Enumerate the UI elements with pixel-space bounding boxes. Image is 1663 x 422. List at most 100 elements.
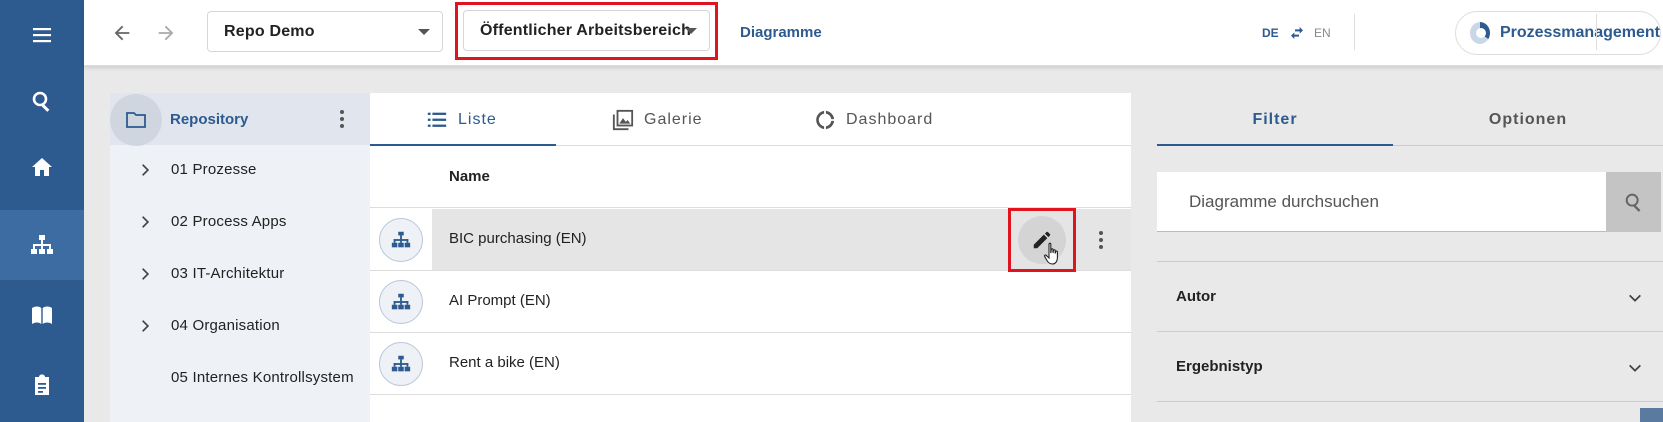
more-vert-icon[interactable]	[1098, 231, 1104, 249]
search-icon	[1625, 193, 1640, 212]
lang-de[interactable]: DE	[1262, 26, 1279, 40]
row-name: BIC purchasing (EN)	[449, 230, 587, 247]
sitemap-icon	[391, 231, 411, 247]
process-logo-icon	[1470, 22, 1490, 44]
facet-autor[interactable]: Autor	[1157, 261, 1663, 331]
forward-button[interactable]	[151, 18, 181, 48]
diagrams-nav-button[interactable]	[0, 210, 84, 280]
tab-label: Optionen	[1488, 110, 1568, 128]
column-header-name[interactable]: Name	[449, 168, 490, 185]
search-icon	[32, 91, 50, 112]
tree-item[interactable]: 04 Organisation	[110, 301, 370, 353]
row-icon-cell	[370, 333, 432, 394]
row-name: AI Prompt (EN)	[449, 292, 551, 309]
clipboard-nav-button[interactable]	[0, 350, 84, 420]
search-nav-button[interactable]	[0, 66, 84, 136]
search-field	[1157, 172, 1606, 232]
divider	[1354, 14, 1355, 50]
table-row[interactable]: BIC purchasing (EN)	[370, 208, 1131, 272]
tree-item[interactable]: 03 IT-Architektur	[110, 249, 370, 301]
arrow-left-icon	[114, 25, 130, 41]
row-icon-cell	[370, 271, 432, 332]
tree-item[interactable]: 02 Process Apps	[110, 197, 370, 249]
table-header: Name	[370, 146, 1131, 208]
diagram-avatar	[379, 341, 423, 386]
table-row[interactable]: Rent a bike (EN)	[370, 333, 1131, 395]
tree-root-repository[interactable]: Repository	[110, 93, 370, 146]
search-button[interactable]	[1606, 172, 1661, 232]
tab-label: Galerie	[644, 110, 703, 128]
chevron-right-icon[interactable]	[138, 215, 152, 229]
diagrams-link[interactable]: Diagramme	[740, 24, 822, 41]
home-icon	[32, 158, 52, 176]
more-vert-icon[interactable]	[339, 110, 345, 128]
diagram-avatar	[379, 217, 423, 262]
search-input[interactable]	[1157, 172, 1606, 231]
tab-galerie[interactable]: Galerie	[612, 93, 703, 146]
tree-item[interactable]: 05 Internes Kontrollsystem	[110, 353, 370, 405]
tree-item-label: 04 Organisation	[171, 317, 280, 334]
tab-label: Liste	[458, 110, 497, 128]
chevron-right-icon[interactable]	[138, 319, 152, 333]
table-row[interactable]: AI Prompt (EN)	[370, 271, 1131, 333]
row-name: Rent a bike (EN)	[449, 354, 560, 371]
back-button[interactable]	[107, 18, 137, 48]
chevron-right-icon[interactable]	[138, 163, 152, 177]
repository-select-value: Repo Demo	[224, 22, 315, 40]
swap-icon[interactable]	[1289, 25, 1305, 41]
gallery-icon	[612, 109, 634, 130]
chevron-right-icon[interactable]	[138, 267, 152, 281]
chevron-down-icon[interactable]	[1627, 360, 1643, 376]
filter-panel: Filter Optionen Autor Ergebnistyp	[1157, 93, 1663, 422]
arrow-right-icon	[158, 25, 174, 41]
tab-optionen[interactable]: Optionen	[1393, 93, 1663, 146]
lang-en[interactable]: EN	[1314, 26, 1331, 40]
edit-highlight	[1008, 208, 1076, 272]
tree-item-label: 01 Prozesse	[171, 161, 257, 178]
navigation-rail	[0, 0, 84, 422]
caret-down-icon	[685, 28, 697, 34]
book-icon	[32, 306, 52, 324]
chevron-down-icon[interactable]	[1627, 290, 1643, 306]
menu-icon	[33, 28, 51, 43]
tab-dashboard[interactable]: Dashboard	[814, 93, 933, 146]
process-management-label: Prozessmanagement	[1499, 24, 1660, 41]
tree-item-label: 03 IT-Architektur	[171, 265, 285, 282]
tab-filter[interactable]: Filter	[1157, 93, 1393, 146]
divider	[1596, 14, 1597, 50]
facet-ergebnistyp[interactable]: Ergebnistyp	[1157, 331, 1663, 401]
folder-icon	[126, 112, 146, 128]
menu-button[interactable]	[0, 0, 84, 70]
view-tabs: Liste Galerie Dashboard	[370, 93, 1131, 146]
scrollbar-thumb[interactable]	[1640, 408, 1663, 422]
top-bar: Repo Demo Öffentlicher Arbeitsbereich Di…	[84, 0, 1663, 66]
tree-item[interactable]: 01 Prozesse	[110, 145, 370, 197]
sitemap-icon	[391, 293, 411, 309]
row-icon-cell	[370, 209, 432, 270]
diagram-avatar	[379, 279, 423, 324]
workspace-select[interactable]: Öffentlicher Arbeitsbereich	[463, 10, 710, 51]
sitemap-icon	[31, 235, 53, 254]
tree-item-label: 05 Internes Kontrollsystem	[171, 369, 354, 386]
clipboard-icon	[35, 374, 49, 395]
tab-liste[interactable]: Liste	[426, 93, 497, 146]
repository-select[interactable]: Repo Demo	[207, 11, 443, 52]
dashboard-icon	[816, 110, 835, 129]
active-tab-indicator	[1157, 144, 1393, 146]
facet-label: Autor	[1176, 288, 1216, 305]
caret-down-icon	[418, 29, 430, 35]
home-nav-button[interactable]	[0, 132, 84, 202]
process-management-button[interactable]: Prozessmanagement	[1455, 11, 1661, 55]
tab-label: Dashboard	[846, 110, 934, 128]
tab-label: Filter	[1252, 110, 1298, 128]
sitemap-icon	[391, 355, 411, 371]
facet-label: Ergebnistyp	[1176, 358, 1263, 375]
workspace-select-value: Öffentlicher Arbeitsbereich	[480, 21, 692, 39]
tree-item-label: 02 Process Apps	[171, 213, 287, 230]
book-nav-button[interactable]	[0, 280, 84, 350]
diagram-list-panel: Liste Galerie Dashboard Name BIC purchas…	[370, 93, 1131, 422]
repository-tree: Repository 01 Prozesse 02 Process Apps 0…	[110, 93, 370, 422]
facet-divider	[1157, 401, 1663, 422]
list-icon	[427, 112, 447, 127]
folder-button[interactable]	[110, 94, 162, 146]
